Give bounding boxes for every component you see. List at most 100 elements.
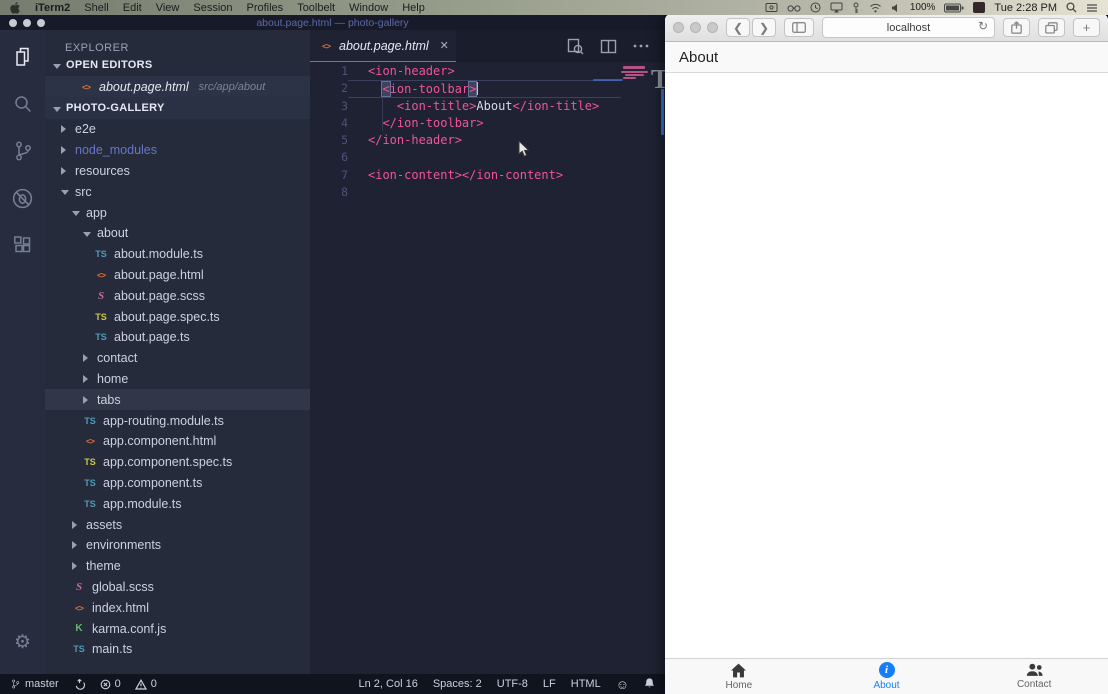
tree-item-app.module.ts[interactable]: TSapp.module.ts bbox=[45, 493, 310, 514]
tree-item-about[interactable]: about bbox=[45, 223, 310, 244]
code-line-8[interactable]: 8 bbox=[310, 184, 665, 201]
address-bar[interactable]: localhost ↻ bbox=[822, 17, 995, 38]
menu-item-profiles[interactable]: Profiles bbox=[247, 2, 284, 14]
tree-item-about.page.html[interactable]: <>about.page.html bbox=[45, 265, 310, 286]
tab-about-page-html[interactable]: <> about.page.html ✕ bbox=[310, 30, 456, 62]
tree-item-home[interactable]: home bbox=[45, 369, 310, 390]
input-source-icon[interactable] bbox=[973, 2, 985, 13]
menu-item-session[interactable]: Session bbox=[193, 2, 232, 14]
glasses-icon[interactable] bbox=[787, 3, 801, 13]
menu-item-edit[interactable]: Edit bbox=[123, 2, 142, 14]
code-editor[interactable]: 1<ion-header>2 <ion-toolbar>3 <ion-title… bbox=[310, 62, 665, 674]
code-line-6[interactable]: 6 bbox=[310, 149, 665, 166]
menu-item-view[interactable]: View bbox=[156, 2, 180, 14]
tree-item-app.component.html[interactable]: <>app.component.html bbox=[45, 431, 310, 452]
more-actions-icon[interactable] bbox=[633, 44, 649, 48]
feedback-smiley-icon[interactable]: ☺ bbox=[616, 677, 629, 692]
share-button[interactable] bbox=[1003, 18, 1030, 37]
ion-tab-contact[interactable]: Contact bbox=[960, 659, 1108, 694]
tree-item-main.ts[interactable]: TSmain.ts bbox=[45, 639, 310, 660]
menu-item-shell[interactable]: Shell bbox=[84, 2, 108, 14]
ion-tab-home[interactable]: Home bbox=[665, 659, 813, 694]
spotlight-icon[interactable] bbox=[1066, 2, 1077, 13]
tree-item-about.page.ts[interactable]: TSabout.page.ts bbox=[45, 327, 310, 348]
code-line-1[interactable]: 1<ion-header> bbox=[310, 63, 665, 80]
reload-icon[interactable]: ↻ bbox=[978, 19, 988, 33]
chevron-right-icon bbox=[72, 521, 80, 529]
sidebar-toggle-button[interactable] bbox=[784, 18, 814, 37]
code-line-7[interactable]: 7<ion-content></ion-content> bbox=[310, 167, 665, 184]
tree-item-global.scss[interactable]: Sglobal.scss bbox=[45, 577, 310, 598]
minimap[interactable] bbox=[615, 64, 655, 154]
back-button[interactable]: ❮ bbox=[726, 18, 750, 37]
statusbar-segment[interactable]: UTF-8 bbox=[497, 678, 528, 690]
debug-icon[interactable] bbox=[10, 185, 36, 211]
apple-menu-icon[interactable] bbox=[10, 2, 21, 14]
warnings-indicator[interactable]: 0 bbox=[135, 678, 157, 690]
vscode-titlebar[interactable]: about.page.html — photo-gallery bbox=[0, 15, 665, 30]
new-tab-button[interactable]: + bbox=[1073, 18, 1100, 37]
menubar-clock[interactable]: Tue 2:28 PM bbox=[994, 2, 1057, 14]
window-controls[interactable] bbox=[9, 19, 45, 27]
menubar-status-area: 100% Tue 2:28 PM bbox=[765, 2, 1098, 14]
airplay-icon[interactable] bbox=[830, 2, 843, 13]
tree-item-contact[interactable]: contact bbox=[45, 348, 310, 369]
tree-item-app.component.ts[interactable]: TSapp.component.ts bbox=[45, 473, 310, 494]
tree-item-about.page.scss[interactable]: Sabout.page.scss bbox=[45, 285, 310, 306]
tree-item-e2e[interactable]: e2e bbox=[45, 119, 310, 140]
extensions-icon[interactable] bbox=[10, 232, 36, 258]
tree-item-about.module.ts[interactable]: TSabout.module.ts bbox=[45, 244, 310, 265]
camera-icon[interactable] bbox=[765, 2, 778, 13]
explorer-icon[interactable] bbox=[10, 44, 36, 70]
menu-item-iterm2[interactable]: iTerm2 bbox=[35, 2, 70, 14]
search-in-file-icon[interactable] bbox=[567, 38, 584, 55]
split-editor-icon[interactable] bbox=[600, 39, 617, 54]
volume-icon[interactable] bbox=[891, 3, 901, 13]
battery-icon[interactable] bbox=[944, 3, 964, 13]
statusbar-segment[interactable]: Spaces: 2 bbox=[433, 678, 482, 690]
tree-item-src[interactable]: src bbox=[45, 181, 310, 202]
menu-item-help[interactable]: Help bbox=[402, 2, 425, 14]
tree-item-app.component.spec.ts[interactable]: TSapp.component.spec.ts bbox=[45, 452, 310, 473]
window-controls[interactable] bbox=[673, 22, 718, 33]
open-editors-header[interactable]: OPEN EDITORS bbox=[45, 54, 310, 76]
statusbar-segment[interactable]: Ln 2, Col 16 bbox=[359, 678, 418, 690]
ion-tab-about[interactable]: iAbout bbox=[813, 659, 961, 694]
close-tab-icon[interactable]: ✕ bbox=[440, 39, 449, 52]
tree-item-resources[interactable]: resources bbox=[45, 161, 310, 182]
source-control-icon[interactable] bbox=[10, 138, 36, 164]
tree-item-node_modules[interactable]: node_modules bbox=[45, 140, 310, 161]
menu-item-window[interactable]: Window bbox=[349, 2, 388, 14]
tree-item-tabs[interactable]: tabs bbox=[45, 389, 310, 410]
tree-item-app-routing.module.ts[interactable]: TSapp-routing.module.ts bbox=[45, 410, 310, 431]
git-branch-indicator[interactable]: master bbox=[10, 678, 59, 690]
tree-item-about.page.spec.ts[interactable]: TSabout.page.spec.ts bbox=[45, 306, 310, 327]
search-icon[interactable] bbox=[10, 91, 36, 117]
project-root-header[interactable]: PHOTO-GALLERY bbox=[45, 97, 310, 119]
code-line-2[interactable]: 2 <ion-toolbar> bbox=[310, 80, 665, 97]
clock-icon[interactable] bbox=[810, 2, 821, 13]
code-line-4[interactable]: 4 </ion-toolbar> bbox=[310, 115, 665, 132]
notification-center-icon[interactable] bbox=[1086, 3, 1098, 13]
tree-item-theme[interactable]: theme bbox=[45, 556, 310, 577]
tree-item-app[interactable]: app bbox=[45, 202, 310, 223]
tree-item-assets[interactable]: assets bbox=[45, 514, 310, 535]
wifi-icon[interactable] bbox=[869, 3, 882, 13]
tree-item-karma.conf.js[interactable]: Kkarma.conf.js bbox=[45, 618, 310, 639]
forward-button[interactable]: ❯ bbox=[752, 18, 776, 37]
notifications-bell-icon[interactable] bbox=[644, 677, 655, 692]
code-line-5[interactable]: 5</ion-header> bbox=[310, 132, 665, 149]
key-icon[interactable] bbox=[852, 2, 860, 14]
typescript-file-icon: TS bbox=[83, 416, 97, 426]
tree-item-environments[interactable]: environments bbox=[45, 535, 310, 556]
settings-gear-icon[interactable]: ⚙ bbox=[0, 633, 45, 652]
code-line-3[interactable]: 3 <ion-title>About</ion-title> bbox=[310, 98, 665, 115]
statusbar-segment[interactable]: LF bbox=[543, 678, 556, 690]
tree-item-index.html[interactable]: <>index.html bbox=[45, 597, 310, 618]
sync-icon[interactable] bbox=[73, 678, 86, 690]
menu-item-toolbelt[interactable]: Toolbelt bbox=[297, 2, 335, 14]
open-editor-item[interactable]: <> about.page.html src/app/about bbox=[45, 76, 310, 97]
tab-overview-button[interactable] bbox=[1038, 18, 1065, 37]
statusbar-segment[interactable]: HTML bbox=[571, 678, 601, 690]
errors-indicator[interactable]: 0 bbox=[100, 678, 121, 690]
